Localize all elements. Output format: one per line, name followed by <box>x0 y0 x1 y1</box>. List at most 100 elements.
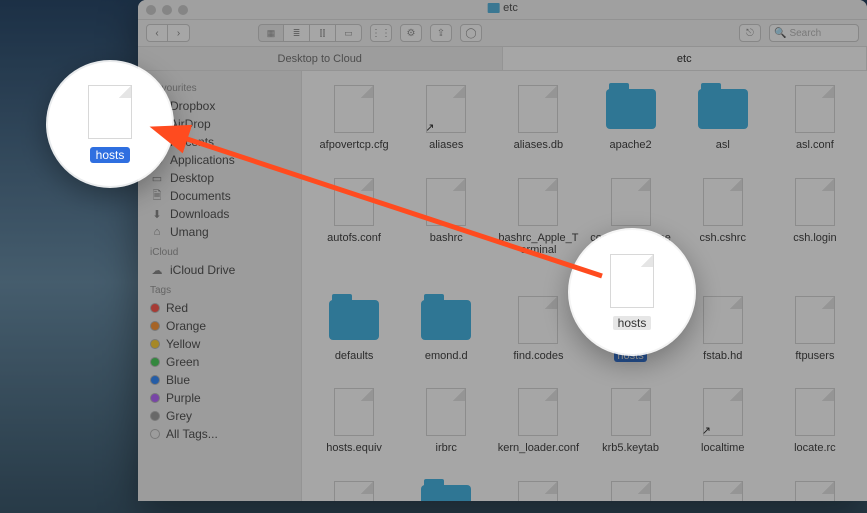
folder-icon <box>329 300 379 340</box>
sidebar-tag-grey[interactable]: Grey <box>148 407 301 425</box>
file-item[interactable]: aliases.db <box>496 85 580 152</box>
file-item[interactable]: asl <box>681 85 765 152</box>
file-item[interactable]: csh.cshrc <box>681 178 765 270</box>
file-item[interactable]: nanorc <box>588 481 672 501</box>
list-view-button[interactable]: ≣ <box>284 24 310 42</box>
file-icon <box>334 481 374 501</box>
alias-badge-icon: ↗ <box>702 424 711 437</box>
callout-label: hosts <box>90 147 131 163</box>
file-item[interactable]: manpaths <box>312 481 396 501</box>
sidebar-item-label: Orange <box>166 319 206 333</box>
sidebar-tag-purple[interactable]: Purple <box>148 389 301 407</box>
icon-view-button[interactable]: ▦ <box>258 24 284 42</box>
sidebar-heading-favourites: Favourites <box>150 83 301 94</box>
sidebar-item-label: AirDrop <box>170 117 211 131</box>
sidebar-tag-orange[interactable]: Orange <box>148 317 301 335</box>
file-item[interactable]: emond.d <box>404 296 488 363</box>
file-item[interactable]: find.codes <box>496 296 580 363</box>
action-button[interactable]: ⚙ <box>400 24 422 42</box>
sidebar-item-label: Downloads <box>170 207 229 221</box>
file-icon <box>611 178 651 226</box>
file-item[interactable]: apache2 <box>588 85 672 152</box>
file-label: find.codes <box>513 350 563 363</box>
sidebar-item-applications[interactable]: ⒶApplications <box>148 151 301 169</box>
zoom-icon[interactable] <box>178 5 188 15</box>
file-item[interactable]: asl.conf <box>773 85 857 152</box>
file-item[interactable]: autofs.conf <box>312 178 396 270</box>
forward-button[interactable]: › <box>168 24 190 42</box>
arrange-button[interactable]: ⋮⋮ <box>370 24 392 42</box>
file-item[interactable]: defaults <box>312 296 396 363</box>
sidebar-tag-red[interactable]: Red <box>148 299 301 317</box>
file-item[interactable]: hosts.equiv <box>312 388 396 455</box>
file-item[interactable]: afpovertcp.cfg <box>312 85 396 152</box>
file-label: emond.d <box>425 350 468 363</box>
file-icon <box>795 85 835 133</box>
tab-etc[interactable]: etc <box>503 47 867 70</box>
sidebar-item-umang[interactable]: ⌂Umang <box>148 223 301 241</box>
view-switcher[interactable]: ▦ ≣ ⫿⫿ ▭ <box>258 24 362 42</box>
minimize-icon[interactable] <box>162 5 172 15</box>
sidebar-tag-alltags[interactable]: All Tags... <box>148 425 301 443</box>
file-label: fstab.hd <box>703 350 742 363</box>
sidebar-item-downloads[interactable]: ⬇Downloads <box>148 205 301 223</box>
folder-icon <box>421 485 471 501</box>
sidebar-item-label: iCloud Drive <box>170 263 235 277</box>
file-icon <box>334 388 374 436</box>
sidebar-tag-green[interactable]: Green <box>148 353 301 371</box>
file-label: aliases <box>429 139 463 152</box>
sidebar-item-label: Green <box>166 355 199 369</box>
callout-label: hosts <box>613 316 652 330</box>
file-item[interactable]: newsyslog.conf <box>773 481 857 501</box>
sidebar-item-label: Grey <box>166 409 192 423</box>
file-label: locate.rc <box>794 442 836 455</box>
file-item[interactable]: locate.rc <box>773 388 857 455</box>
file-item[interactable]: master.passwd <box>496 481 580 501</box>
file-item[interactable]: kern_loader.conf <box>496 388 580 455</box>
file-icon <box>88 85 132 139</box>
sidebar-item-recents[interactable]: 🕘Recents <box>148 133 301 151</box>
file-item[interactable]: manpaths.d <box>404 481 488 501</box>
sidebar-heading-tags: Tags <box>150 285 301 296</box>
file-label: bashrc_Apple_Terminal <box>496 232 580 257</box>
file-item[interactable]: irbrc <box>404 388 488 455</box>
tab-desktop-to-cloud[interactable]: Desktop to Cloud <box>138 47 503 70</box>
sidebar-item-desktop[interactable]: ▭Desktop <box>148 169 301 187</box>
back-button[interactable]: ‹ <box>146 24 168 42</box>
file-icon <box>611 388 651 436</box>
sidebar-tag-yellow[interactable]: Yellow <box>148 335 301 353</box>
file-item[interactable]: fstab.hd <box>681 296 765 363</box>
file-icon <box>795 178 835 226</box>
file-icon <box>518 296 558 344</box>
file-item[interactable]: networks <box>681 481 765 501</box>
column-view-button[interactable]: ⫿⫿ <box>310 24 336 42</box>
file-item[interactable]: ↗aliases <box>404 85 488 152</box>
callout-finder-file: hosts <box>570 230 694 354</box>
tag-all-icon <box>150 429 160 439</box>
desktop-icon: ▭ <box>150 172 164 184</box>
close-icon[interactable] <box>146 5 156 15</box>
file-item[interactable]: ↗localtime <box>681 388 765 455</box>
window-title: etc <box>487 2 518 14</box>
sidebar-tag-blue[interactable]: Blue <box>148 371 301 389</box>
file-label: hosts.equiv <box>326 442 382 455</box>
file-item[interactable]: ftpusers <box>773 296 857 363</box>
sidebar-item-label: All Tags... <box>166 427 218 441</box>
file-label: ftpusers <box>795 350 834 363</box>
file-label: autofs.conf <box>327 232 381 245</box>
file-item[interactable]: bashrc_Apple_Terminal <box>496 178 580 270</box>
gallery-view-button[interactable]: ▭ <box>336 24 362 42</box>
tag-dot-icon <box>150 321 160 331</box>
tags-button[interactable]: ◯ <box>460 24 482 42</box>
sidebar-item-icloud-drive[interactable]: ☁iCloud Drive <box>148 261 301 279</box>
file-item[interactable]: bashrc <box>404 178 488 270</box>
search-input[interactable]: 🔍 Search <box>769 24 859 42</box>
file-item[interactable]: csh.login <box>773 178 857 270</box>
sidebar-item-documents[interactable]: 🗎Documents <box>148 187 301 205</box>
file-icon <box>610 254 654 308</box>
connect-button[interactable]: ⎋ <box>739 24 761 42</box>
share-button[interactable]: ⇪ <box>430 24 452 42</box>
window-controls[interactable] <box>146 5 188 15</box>
file-icon <box>518 178 558 226</box>
file-item[interactable]: krb5.keytab <box>588 388 672 455</box>
